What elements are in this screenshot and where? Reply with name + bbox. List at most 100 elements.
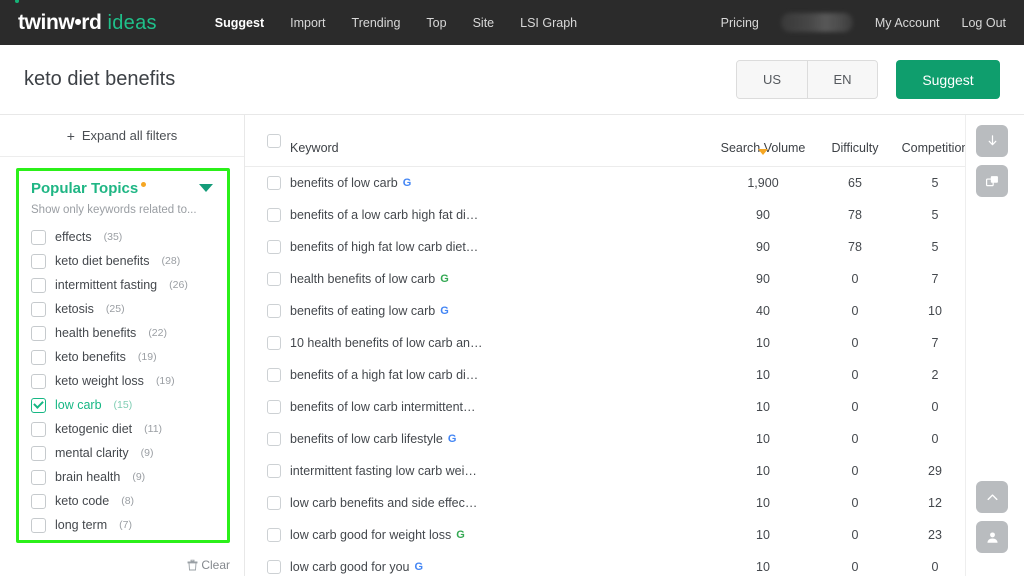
topic-checkbox[interactable] [31,350,46,365]
row-checkbox[interactable] [267,560,281,574]
competition-cell: 0 [932,432,939,446]
topic-filter-item[interactable]: low carb(15) [31,393,215,417]
table-row[interactable]: intermittent fasting low carb wei…10029★… [245,455,965,487]
topic-filter-item[interactable]: effects(35) [31,225,215,249]
topic-filter-item[interactable]: keto benefits(19) [31,345,215,369]
user-profile-button[interactable] [976,521,1008,553]
language-selector[interactable]: EN [807,61,877,98]
topic-count: (22) [148,327,167,339]
topic-checkbox[interactable] [31,446,46,461]
topic-label: keto benefits [55,350,126,364]
row-checkbox[interactable] [267,496,281,510]
user-icon [985,530,1000,545]
nav-top[interactable]: Top [426,16,446,30]
topic-filter-item[interactable]: intermittent fasting(26) [31,273,215,297]
topic-checkbox[interactable] [31,422,46,437]
clear-filters-button[interactable]: Clear [187,558,230,572]
table-row[interactable]: benefits of low carb intermittent…1000★★… [245,391,965,423]
topic-filter-item[interactable]: keto diet benefits(28) [31,249,215,273]
row-checkbox[interactable] [267,336,281,350]
keyword-cell[interactable]: benefits of high fat low carb diet… [290,240,478,254]
topic-checkbox[interactable] [31,494,46,509]
row-checkbox[interactable] [267,208,281,222]
row-checkbox[interactable] [267,240,281,254]
topic-label: keto code [55,494,109,508]
keyword-cell[interactable]: 10 health benefits of low carb an… [290,336,482,350]
keyword-cell[interactable]: benefits of low carbG [290,176,411,190]
nav-pricing[interactable]: Pricing [721,16,759,30]
topic-checkbox[interactable] [31,326,46,341]
table-row[interactable]: 10 health benefits of low carb an…1007★★… [245,327,965,359]
row-checkbox[interactable] [267,272,281,286]
topic-filter-item[interactable]: keto code(8) [31,489,215,513]
app-logo[interactable]: twinw•rd ideas [18,11,157,35]
copy-button[interactable] [976,165,1008,197]
topic-filter-item[interactable]: ketosis(25) [31,297,215,321]
topic-filter-item[interactable]: brain health(9) [31,465,215,489]
column-header-competition[interactable]: Competition [902,141,965,155]
nav-suggest[interactable]: Suggest [215,16,264,30]
column-header-keyword[interactable]: Keyword [290,141,339,155]
nav-lsi-graph[interactable]: LSI Graph [520,16,577,30]
row-checkbox[interactable] [267,400,281,414]
download-button[interactable] [976,125,1008,157]
keyword-cell[interactable]: benefits of low carb lifestyleG [290,432,456,446]
table-row[interactable]: low carb good for youG1000★★★★★★★★★★ [245,551,965,576]
table-row[interactable]: health benefits of low carbG9007★★★★★★★★… [245,263,965,295]
topic-checkbox[interactable] [31,398,46,413]
column-header-difficulty[interactable]: Difficulty [831,141,878,155]
keyword-cell[interactable]: benefits of eating low carbG [290,304,449,318]
expand-all-filters-button[interactable]: + Expand all filters [0,115,244,157]
select-all-checkbox[interactable] [267,134,281,148]
row-checkbox[interactable] [267,528,281,542]
table-row[interactable]: benefits of a low carb high fat di…90785… [245,199,965,231]
nav-my-account[interactable]: My Account [875,16,940,30]
keyword-cell[interactable]: benefits of a high fat low carb di… [290,368,478,382]
table-row[interactable]: benefits of low carbG1,900655★★★★★★★★★★ [245,167,965,199]
table-row[interactable]: benefits of high fat low carb diet…90785… [245,231,965,263]
keyword-cell[interactable]: low carb good for weight lossG [290,528,465,542]
topic-filter-item[interactable]: mental clarity(9) [31,441,215,465]
google-icon: G [440,306,449,317]
row-checkbox[interactable] [267,176,281,190]
country-selector[interactable]: US [737,61,807,98]
topic-checkbox[interactable] [31,302,46,317]
topic-count: (35) [104,231,123,243]
topic-checkbox[interactable] [31,470,46,485]
row-checkbox[interactable] [267,432,281,446]
keyword-cell[interactable]: low carb benefits and side effec… [290,496,477,510]
topic-checkbox[interactable] [31,374,46,389]
nav-log-out[interactable]: Log Out [962,16,1006,30]
topic-label: ketogenic diet [55,422,132,436]
table-row[interactable]: low carb benefits and side effec…10012★★… [245,487,965,519]
table-row[interactable]: low carb good for weight lossG10023★★★★★… [245,519,965,551]
keyword-cell[interactable]: health benefits of low carbG [290,272,449,286]
suggest-button[interactable]: Suggest [896,60,1000,99]
keyword-label: low carb good for weight loss [290,528,451,542]
sort-descending-icon[interactable] [758,149,768,155]
nav-trending[interactable]: Trending [352,16,401,30]
topic-checkbox[interactable] [31,518,46,533]
table-row[interactable]: benefits of low carb lifestyleG1000★★★★★… [245,423,965,455]
keyword-cell[interactable]: intermittent fasting low carb wei… [290,464,477,478]
row-checkbox[interactable] [267,464,281,478]
row-checkbox[interactable] [267,304,281,318]
topic-checkbox[interactable] [31,278,46,293]
keyword-cell[interactable]: low carb good for youG [290,560,423,574]
nav-import[interactable]: Import [290,16,325,30]
topic-filter-item[interactable]: health benefits(22) [31,321,215,345]
redacted-account-badge[interactable] [781,13,853,32]
keyword-cell[interactable]: benefits of low carb intermittent… [290,400,476,414]
table-row[interactable]: benefits of eating low carbG40010★★★★★★★… [245,295,965,327]
row-checkbox[interactable] [267,368,281,382]
topic-filter-item[interactable]: keto weight loss(19) [31,369,215,393]
topic-filter-item[interactable]: long term(7) [31,513,215,537]
scroll-to-top-button[interactable] [976,481,1008,513]
topic-checkbox[interactable] [31,254,46,269]
topic-filter-item[interactable]: ketogenic diet(11) [31,417,215,441]
keyword-cell[interactable]: benefits of a low carb high fat di… [290,208,478,222]
topic-checkbox[interactable] [31,230,46,245]
chevron-down-icon[interactable] [199,184,213,192]
table-row[interactable]: benefits of a high fat low carb di…1002★… [245,359,965,391]
nav-site[interactable]: Site [473,16,495,30]
